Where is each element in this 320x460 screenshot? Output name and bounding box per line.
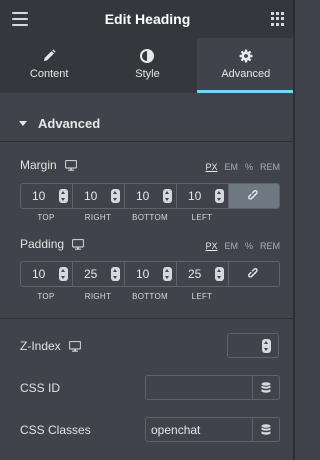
css-classes-field: openchat <box>145 417 280 442</box>
tab-advanced[interactable]: Advanced <box>196 38 295 93</box>
unit-rem[interactable]: REM <box>260 162 280 172</box>
tab-style-label: Style <box>135 67 160 80</box>
z-index-label: Z-Index <box>20 339 81 353</box>
hamburger-menu-icon[interactable] <box>12 12 28 26</box>
css-classes-input[interactable]: openchat <box>146 423 252 437</box>
css-id-field <box>145 375 280 400</box>
padding-right-input[interactable]: 25 <box>73 262 125 286</box>
desktop-monitor-icon[interactable] <box>72 238 85 250</box>
padding-dimensions: 10 25 10 25 <box>20 261 280 287</box>
desktop-monitor-icon[interactable] <box>68 340 81 352</box>
database-icon <box>261 423 271 435</box>
unit-percent[interactable]: % <box>245 162 253 172</box>
padding-label-text: Padding <box>20 237 65 251</box>
padding-right-value: 25 <box>84 267 98 281</box>
margin-left-value: 10 <box>188 189 202 203</box>
editor-tabs: Content Style Advanced <box>0 38 295 93</box>
side-label-bottom: BOTTOM <box>132 292 168 301</box>
margin-bottom-input[interactable]: 10 <box>125 184 177 208</box>
caret-down-icon <box>19 120 27 126</box>
side-label-top: TOP <box>37 292 55 301</box>
margin-unit-switch: PX EM % REM <box>205 162 280 172</box>
number-stepper-icon[interactable] <box>215 267 224 281</box>
number-stepper-icon[interactable] <box>163 267 172 281</box>
padding-top-input[interactable]: 10 <box>21 262 73 286</box>
tab-content-label: Content <box>29 67 69 80</box>
padding-bottom-input[interactable]: 10 <box>125 262 177 286</box>
padding-link-button[interactable] <box>229 262 279 286</box>
margin-label-text: Margin <box>20 158 57 172</box>
margin-label: Margin <box>20 158 77 172</box>
number-stepper-icon[interactable] <box>59 189 68 203</box>
side-label-right: RIGHT <box>84 213 112 222</box>
contrast-circle-icon <box>140 48 155 63</box>
divider <box>0 141 295 142</box>
unit-px[interactable]: PX <box>205 241 217 251</box>
margin-right-input[interactable]: 10 <box>73 184 125 208</box>
padding-label: Padding <box>20 237 85 251</box>
number-stepper-icon[interactable] <box>262 338 271 353</box>
number-stepper-icon[interactable] <box>59 267 68 281</box>
tab-content[interactable]: Content <box>0 38 98 93</box>
dynamic-tags-button[interactable] <box>252 376 279 399</box>
z-index-label-text: Z-Index <box>20 339 61 353</box>
padding-side-labels: TOP RIGHT BOTTOM LEFT <box>20 292 280 301</box>
apps-grid-icon[interactable] <box>271 12 285 26</box>
link-icon <box>248 268 258 278</box>
pencil-icon <box>44 48 56 61</box>
margin-top-value: 10 <box>32 189 46 203</box>
padding-bottom-value: 10 <box>136 267 150 281</box>
css-classes-label: CSS Classes <box>20 423 91 437</box>
side-label-left: LEFT <box>191 213 213 222</box>
unit-px[interactable]: PX <box>205 162 217 172</box>
number-stepper-icon[interactable] <box>111 189 120 203</box>
side-label-bottom: BOTTOM <box>132 213 168 222</box>
z-index-input[interactable] <box>227 333 279 358</box>
desktop-monitor-icon[interactable] <box>64 159 77 171</box>
padding-left-input[interactable]: 25 <box>177 262 229 286</box>
padding-unit-switch: PX EM % REM <box>205 241 280 251</box>
unit-em[interactable]: EM <box>224 162 238 172</box>
side-label-top: TOP <box>37 213 55 222</box>
link-icon <box>248 190 258 200</box>
database-icon <box>261 381 271 393</box>
margin-top-input[interactable]: 10 <box>21 184 73 208</box>
section-advanced-toggle[interactable]: Advanced <box>0 105 295 141</box>
css-id-label: CSS ID <box>20 381 61 395</box>
tab-advanced-label: Advanced <box>221 67 271 80</box>
margin-side-labels: TOP RIGHT BOTTOM LEFT <box>20 213 280 222</box>
margin-dimensions: 10 10 10 10 <box>20 183 280 209</box>
side-label-left: LEFT <box>191 292 213 301</box>
number-stepper-icon[interactable] <box>163 189 172 203</box>
section-title: Advanced <box>38 115 101 131</box>
padding-left-value: 25 <box>188 267 202 281</box>
panel-scrollbar[interactable] <box>293 0 295 460</box>
dynamic-tags-button[interactable] <box>252 418 279 441</box>
panel-header: Edit Heading <box>0 0 295 38</box>
divider <box>0 318 295 319</box>
unit-rem[interactable]: REM <box>260 241 280 251</box>
number-stepper-icon[interactable] <box>215 189 224 203</box>
padding-top-value: 10 <box>32 267 46 281</box>
unit-em[interactable]: EM <box>224 241 238 251</box>
margin-link-button[interactable] <box>229 184 279 208</box>
side-label-right: RIGHT <box>84 292 112 301</box>
margin-right-value: 10 <box>84 189 98 203</box>
margin-bottom-value: 10 <box>136 189 150 203</box>
panel-title: Edit Heading <box>104 11 191 27</box>
gear-icon <box>239 49 253 62</box>
number-stepper-icon[interactable] <box>111 267 120 281</box>
margin-left-input[interactable]: 10 <box>177 184 229 208</box>
tab-style[interactable]: Style <box>98 38 196 93</box>
unit-percent[interactable]: % <box>245 241 253 251</box>
